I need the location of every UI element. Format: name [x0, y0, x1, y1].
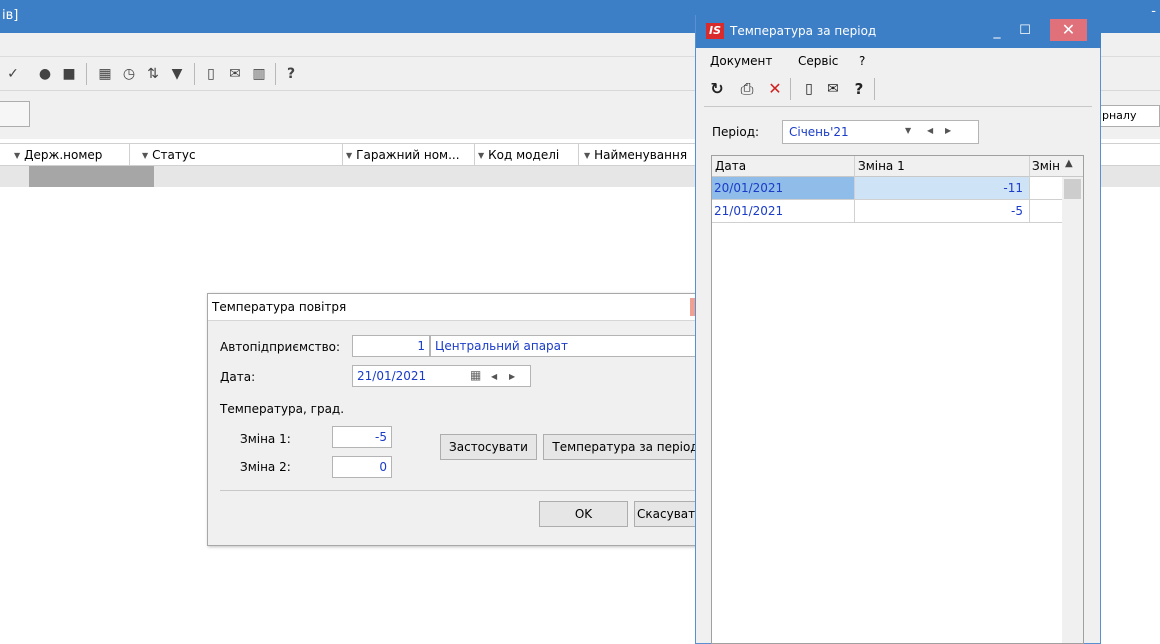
- air-temperature-dialog: Температура повітря Автопідприємство: 1 …: [207, 293, 708, 546]
- key-icon[interactable]: ●: [36, 65, 54, 83]
- selected-cell[interactable]: [29, 166, 154, 187]
- date-prev-icon[interactable]: ◀: [491, 372, 497, 381]
- window-title: Температура за період: [730, 24, 877, 38]
- window-toolbar: ↻ ⎙ ✕ ▯ ✉ ?: [696, 72, 1101, 106]
- column-separator: [1029, 177, 1030, 223]
- date-next-icon[interactable]: ▶: [509, 372, 515, 381]
- toolbar-separator: [790, 78, 791, 100]
- row-shift1: -5: [1011, 204, 1023, 218]
- table-row[interactable]: 21/01/2021 -5: [712, 200, 1062, 223]
- print-icon[interactable]: ⎙: [736, 78, 758, 100]
- column-header-model-code[interactable]: ▼ Код моделі: [478, 148, 559, 162]
- filter-icon[interactable]: ▼: [168, 65, 186, 83]
- main-window-title: ів]: [2, 8, 19, 23]
- period-temperature-window: IS Температура за період _ ☐ ✕ Документ …: [695, 15, 1101, 644]
- shift1-field[interactable]: -5: [332, 426, 392, 448]
- check-icon[interactable]: ✓: [4, 65, 22, 83]
- app-logo-icon: IS: [706, 23, 724, 39]
- clock-icon[interactable]: ◷: [120, 65, 138, 83]
- filter-input[interactable]: [0, 101, 30, 127]
- toolbar-separator: [86, 63, 87, 85]
- help-icon[interactable]: ?: [282, 65, 300, 83]
- apply-button[interactable]: Застосувати: [440, 434, 537, 460]
- table-header: Дата Зміна 1 Зміна 2 ▲: [712, 156, 1083, 177]
- column-header-date[interactable]: Дата: [715, 159, 746, 173]
- menu-help[interactable]: ?: [859, 54, 865, 68]
- ok-button[interactable]: OK: [539, 501, 628, 527]
- delete-icon[interactable]: ✕: [764, 78, 786, 100]
- calendar-icon[interactable]: ▦: [470, 368, 481, 382]
- chevron-down-icon[interactable]: ▼: [905, 126, 911, 135]
- window-title-bar: IS Температура за період _ ☐ ✕: [696, 15, 1101, 48]
- document-icon[interactable]: ▯: [202, 65, 220, 83]
- toolbar-separator: [194, 63, 195, 85]
- vertical-scrollbar[interactable]: [1062, 177, 1083, 643]
- maximize-button[interactable]: ☐: [1016, 19, 1034, 43]
- help-icon[interactable]: ?: [848, 78, 870, 100]
- document-icon[interactable]: ▯: [798, 78, 820, 100]
- mail-icon[interactable]: ✉: [822, 78, 844, 100]
- row-date: 21/01/2021: [714, 204, 784, 218]
- table-row[interactable]: 20/01/2021 -11: [712, 177, 1062, 200]
- period-label: Період:: [712, 125, 760, 139]
- column-separator: [578, 144, 579, 166]
- sort-icon[interactable]: ⇅: [144, 65, 162, 83]
- folder-icon[interactable]: ■: [60, 65, 78, 83]
- column-header-status[interactable]: ▼ Статус: [142, 148, 196, 162]
- column-separator: [854, 177, 855, 223]
- toolbar-divider: [704, 106, 1092, 107]
- column-separator: [1029, 156, 1030, 177]
- window-menu-bar: Документ Сервіс ?: [696, 48, 1101, 72]
- period-next-icon[interactable]: ▶: [945, 126, 951, 135]
- period-table: Дата Зміна 1 Зміна 2 ▲ 20/01/2021 -11 21…: [711, 155, 1084, 644]
- period-temperature-button[interactable]: Температура за період: [543, 434, 708, 460]
- date-field[interactable]: 21/01/2021 ▦ ◀ ▶: [352, 365, 531, 387]
- shift2-label: Зміна 2:: [240, 460, 291, 474]
- column-header-garage-number[interactable]: ▼ Гаражний ном...: [346, 148, 460, 162]
- shift2-field[interactable]: 0: [332, 456, 392, 478]
- period-select[interactable]: Січень'21 ▼ ◀ ▶: [782, 120, 979, 144]
- columns-icon[interactable]: ▥: [250, 65, 268, 83]
- menu-document[interactable]: Документ: [710, 54, 772, 68]
- column-header-shift1[interactable]: Зміна 1: [858, 159, 905, 173]
- refresh-icon[interactable]: ↻: [706, 78, 728, 100]
- enterprise-label: Автопідприємство:: [220, 340, 341, 354]
- enterprise-code-field[interactable]: 1: [352, 335, 430, 357]
- toolbar-separator: [275, 63, 276, 85]
- column-separator: [474, 144, 475, 166]
- enterprise-name-field[interactable]: Центральний апарат: [430, 335, 708, 357]
- scroll-up-icon[interactable]: ▲: [1065, 158, 1073, 169]
- mail-icon[interactable]: ✉: [226, 65, 244, 83]
- window-close-button[interactable]: ✕: [1050, 19, 1087, 41]
- scroll-thumb[interactable]: [1064, 179, 1081, 199]
- column-header-shift2[interactable]: Зміна 2: [1032, 159, 1060, 173]
- main-minimize-button[interactable]: -: [1151, 4, 1156, 19]
- date-label: Дата:: [220, 370, 256, 384]
- column-header-name[interactable]: ▼ Найменування: [584, 148, 687, 162]
- period-prev-icon[interactable]: ◀: [927, 126, 933, 135]
- toolbar-separator: [874, 78, 875, 100]
- menu-service[interactable]: Сервіс: [798, 54, 838, 68]
- dialog-title: Температура повітря: [212, 300, 347, 314]
- shift1-label: Зміна 1:: [240, 432, 291, 446]
- dialog-divider: [220, 490, 706, 491]
- row-date: 20/01/2021: [712, 177, 854, 199]
- journal-field[interactable]: рналу: [1097, 105, 1160, 127]
- grid-icon[interactable]: ▦: [96, 65, 114, 83]
- dialog-title-bar: Температура повітря: [208, 294, 706, 321]
- column-header-plate[interactable]: ▼ Держ.номер: [14, 148, 102, 162]
- temperature-label: Температура, град.: [220, 402, 345, 416]
- column-separator: [854, 156, 855, 177]
- row-shift1: -11: [854, 177, 1029, 199]
- column-separator: [129, 144, 130, 166]
- column-separator: [342, 144, 343, 166]
- minimize-button[interactable]: _: [990, 19, 1004, 43]
